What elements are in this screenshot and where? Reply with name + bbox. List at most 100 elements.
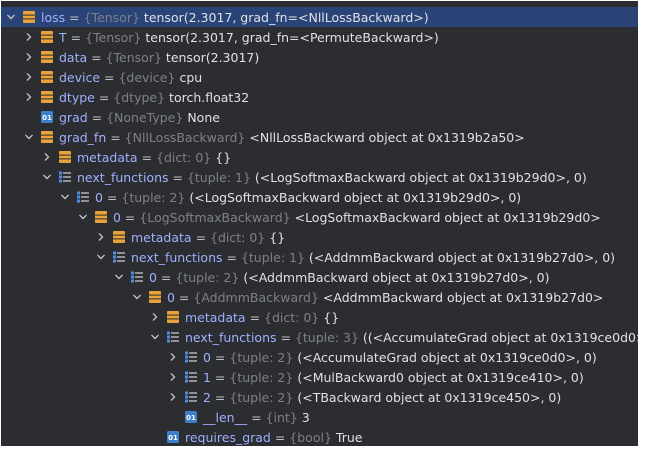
chevron-right-icon[interactable]: [168, 352, 178, 362]
chevron-right-icon[interactable]: [168, 392, 178, 402]
object-icon: [59, 151, 71, 163]
tree-row-metadata[interactable]: metadata = {dict: 0} {}: [1, 147, 638, 167]
variable-type: {tuple: 2}: [121, 189, 186, 205]
tree-row-dtype[interactable]: dtype = {dtype} torch.float32: [1, 87, 638, 107]
variable-value: <AddmmBackward object at 0x1319b27d0>: [322, 289, 604, 305]
chevron-right-icon[interactable]: [96, 232, 106, 242]
chevron-right-icon[interactable]: [150, 312, 160, 322]
object-icon: [41, 71, 53, 83]
equals-sign: =: [191, 229, 211, 245]
tree-row-1[interactable]: 1 = {tuple: 2} (<MulBackward0 object at …: [1, 367, 638, 387]
variable-type: {tuple: 2}: [175, 269, 240, 285]
tensor-icon: [23, 11, 35, 23]
svg-text:01: 01: [42, 114, 52, 122]
chevron-down-icon[interactable]: [114, 272, 124, 282]
variable-value: True: [335, 429, 363, 445]
tree-row-loss[interactable]: loss = {Tensor} tensor(2.3017, grad_fn=<…: [1, 7, 638, 27]
variable-name: 0: [167, 289, 175, 305]
chevron-down-icon[interactable]: [150, 332, 160, 342]
tree-row-0[interactable]: 0 = {tuple: 2} (<LogSoftmaxBackward obje…: [1, 187, 638, 207]
chevron-right-icon[interactable]: [24, 52, 34, 62]
equals-sign: =: [276, 329, 295, 345]
variable-name: next_functions: [131, 249, 223, 265]
chevron-down-icon[interactable]: [6, 12, 16, 22]
chevron-down-icon[interactable]: [96, 252, 106, 262]
equals-sign: =: [222, 249, 241, 265]
variable-value: (<MulBackward0 object at 0x1319ce410>, 0…: [297, 369, 584, 385]
tree-row-next_functions[interactable]: next_functions = {tuple: 1} (<LogSoftmax…: [1, 167, 638, 187]
variable-name: grad: [59, 109, 88, 125]
variable-value: (<AddmmBackward object at 0x1319b27d0>, …: [308, 249, 616, 265]
tree-row-metadata[interactable]: metadata = {dict: 0} {}: [1, 307, 638, 327]
variable-value: <LogSoftmaxBackward object at 0x1319b29d…: [294, 209, 601, 225]
list-icon: [185, 351, 197, 363]
variable-type: {tuple: 2}: [229, 369, 294, 385]
tree-row-requires_grad[interactable]: 01 requires_grad = {bool} True: [1, 427, 638, 446]
tree-row-grad[interactable]: 01 grad = {NoneType} None: [1, 107, 638, 127]
chevron-down-icon[interactable]: [24, 132, 34, 142]
variable-name: T: [59, 29, 67, 45]
variable-type: {bool}: [289, 429, 332, 445]
equals-sign: =: [137, 149, 157, 165]
list-icon: [185, 371, 197, 383]
chevron-right-icon[interactable]: [168, 372, 178, 382]
tree-row-0[interactable]: 0 = {AddmmBackward} <AddmmBackward objec…: [1, 287, 638, 307]
variable-name: metadata: [131, 229, 192, 245]
variable-type: {Tensor}: [105, 49, 162, 65]
list-icon: [131, 271, 143, 283]
tree-row-0[interactable]: 0 = {tuple: 2} (<AccumulateGrad object a…: [1, 347, 638, 367]
chevron-down-icon[interactable]: [42, 172, 52, 182]
equals-sign: =: [245, 309, 265, 325]
list-icon: [113, 251, 125, 263]
variable-name: dtype: [59, 89, 95, 105]
object-icon: [167, 311, 179, 323]
variable-value: cpu: [179, 69, 203, 85]
equals-sign: =: [210, 349, 230, 365]
debugger-variables-panel: loss = {Tensor} tensor(2.3017, grad_fn=<…: [1, 1, 638, 446]
variable-name: next_functions: [185, 329, 277, 345]
tree-row-__len__[interactable]: 01 __len__ = {int} 3: [1, 407, 638, 427]
chevron-right-icon[interactable]: [24, 32, 34, 42]
variable-type: {dict: 0}: [210, 229, 266, 245]
tree-row-T[interactable]: T = {Tensor} tensor(2.3017, grad_fn=<Per…: [1, 27, 638, 47]
variable-type: {LogSoftmaxBackward}: [139, 209, 291, 225]
chevron-right-icon[interactable]: [24, 92, 34, 102]
variable-type: {int}: [265, 409, 298, 425]
tree-row-0[interactable]: 0 = {tuple: 2} (<AddmmBackward object at…: [1, 267, 638, 287]
chevron-right-icon[interactable]: [42, 152, 52, 162]
chevron-right-icon[interactable]: [24, 72, 34, 82]
variable-type: {tuple: 2}: [229, 349, 294, 365]
variable-type: {tuple: 3}: [294, 329, 359, 345]
tree-row-next_functions[interactable]: next_functions = {tuple: 1} (<AddmmBackw…: [1, 247, 638, 267]
variable-name: metadata: [77, 149, 138, 165]
equals-sign: =: [210, 389, 230, 405]
tree-row-metadata[interactable]: metadata = {dict: 0} {}: [1, 227, 638, 247]
variable-value: ((<AccumulateGrad object at 0x1319ce0d0>…: [362, 329, 638, 345]
variable-name: loss: [41, 9, 66, 25]
variable-value: (<LogSoftmaxBackward object at 0x1319b29…: [189, 189, 522, 205]
variable-type: {Tensor}: [83, 9, 140, 25]
variable-type: {tuple: 1}: [186, 169, 251, 185]
tree-row-0[interactable]: 0 = {LogSoftmaxBackward} <LogSoftmaxBack…: [1, 207, 638, 227]
variable-type: {dtype}: [113, 89, 166, 105]
variable-value: torch.float32: [169, 89, 250, 105]
variable-name: requires_grad: [185, 429, 271, 445]
svg-text:01: 01: [186, 414, 196, 422]
tree-row-next_functions[interactable]: next_functions = {tuple: 3} ((<Accumulat…: [1, 327, 638, 347]
variable-value: (<AddmmBackward object at 0x1319b27d0>, …: [243, 269, 550, 285]
variable-type: {NllLossBackward}: [124, 129, 246, 145]
tree-row-device[interactable]: device = {device} cpu: [1, 67, 638, 87]
variable-name: 0: [203, 349, 211, 365]
variable-value: {}: [269, 229, 286, 245]
chevron-down-icon[interactable]: [132, 292, 142, 302]
variable-type: {tuple: 2}: [229, 389, 294, 405]
variable-type: {Tensor}: [85, 29, 142, 45]
tree-row-grad_fn[interactable]: grad_fn = {NllLossBackward} <NllLossBack…: [1, 127, 638, 147]
chevron-down-icon[interactable]: [60, 192, 70, 202]
tree-row-data[interactable]: data = {Tensor} tensor(2.3017): [1, 47, 638, 67]
list-icon: [185, 391, 197, 403]
tree-row-2[interactable]: 2 = {tuple: 2} (<TBackward object at 0x1…: [1, 387, 638, 407]
equals-sign: =: [168, 169, 187, 185]
chevron-down-icon[interactable]: [78, 212, 88, 222]
primitive-icon: 01: [41, 111, 53, 123]
